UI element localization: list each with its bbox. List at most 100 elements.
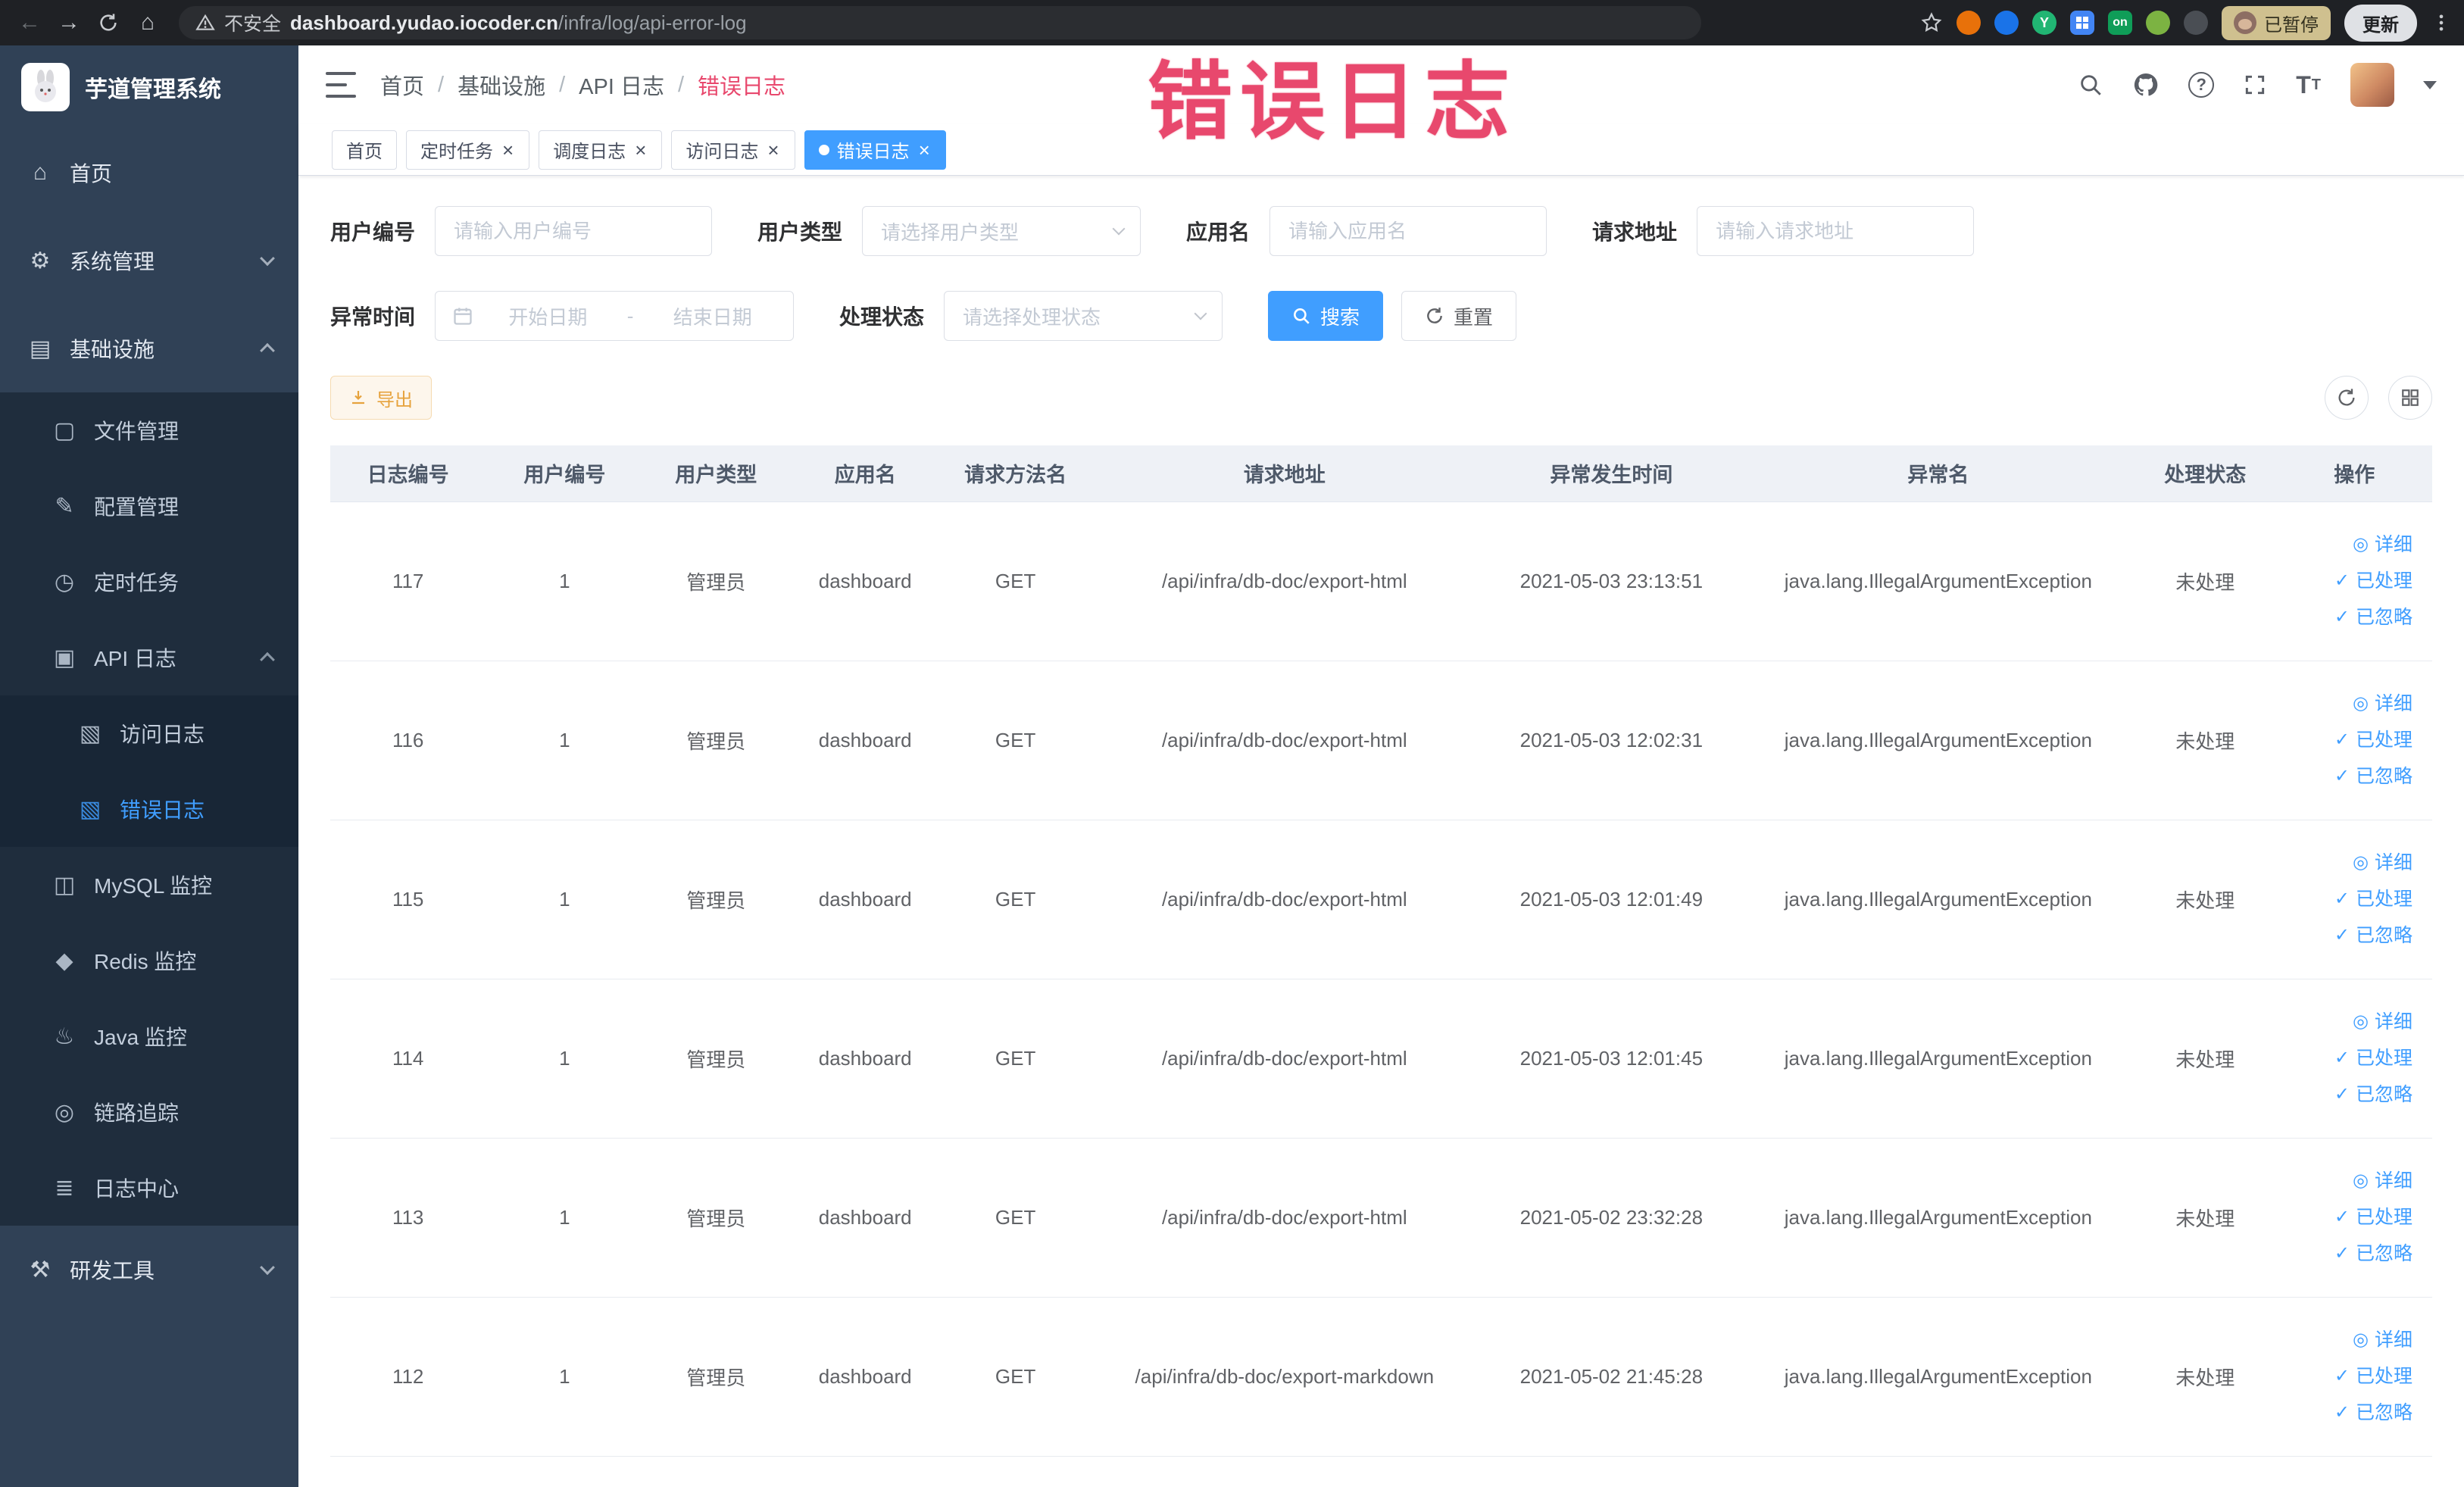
process-status-select[interactable]: 请选择处理状态 [944,291,1223,341]
help-icon[interactable]: ? [2188,72,2215,98]
ignored-link[interactable]: ✓ 已忽略 [2334,759,2412,794]
security-label: 不安全 [224,14,282,35]
grid-extension-icon[interactable] [2070,11,2094,35]
orange-extension-icon[interactable] [1957,11,1981,35]
processed-link[interactable]: ✓ 已处理 [2334,723,2412,758]
api-log-icon: ▣ [53,645,76,670]
detail-link[interactable]: ◎ 详细 [2353,845,2412,880]
close-icon[interactable]: × [917,140,932,160]
caret-down-icon[interactable] [2423,80,2437,89]
sidebar-item-label: 链路追踪 [94,1101,180,1125]
processed-link[interactable]: ✓ 已处理 [2334,1041,2412,1076]
sidebar-item[interactable]: ⚒ 研发工具 [0,1226,298,1314]
export-button[interactable]: 导出 [330,376,432,420]
sidebar-item[interactable]: ⌂ 首页 [0,129,298,217]
ignored-link[interactable]: ✓ 已忽略 [2334,1077,2412,1112]
ignored-link[interactable]: ✓ 已忽略 [2334,600,2412,635]
tab-active[interactable]: 错误日志 × [804,130,946,170]
app-title: 芋道管理系统 [85,77,221,102]
cell-log-id: 113 [330,1138,486,1298]
paused-badge[interactable]: 已暂停 [2222,5,2331,40]
reload-icon [100,14,117,31]
tab-item[interactable]: 定时任务 × [406,130,530,170]
app-name-input[interactable] [1269,206,1547,256]
y-extension-icon[interactable]: Y [2032,11,2056,35]
url-bar[interactable]: 不安全 dashboard.yudao.iocoder.cn/infra/log… [179,6,1701,39]
search-icon[interactable] [2078,72,2103,98]
bookmark-star-icon[interactable] [1920,11,1943,34]
tab-item[interactable]: 访问日志 × [671,130,795,170]
sidebar-item[interactable]: ✎ 配置管理 [0,468,298,544]
sidebar-item[interactable]: ▧ 错误日志 [0,771,298,847]
sidebar-item[interactable]: ◆ Redis 监控 [0,923,298,998]
processed-link[interactable]: ✓ 已处理 [2334,1359,2412,1394]
search-button[interactable]: 搜索 [1268,291,1384,341]
font-size-icon[interactable]: TT [2296,71,2322,99]
user-type-select[interactable]: 请选择用户类型 [862,206,1141,256]
user-id-input[interactable] [435,206,713,256]
request-url-input[interactable] [1697,206,1975,256]
reset-button[interactable]: 重置 [1401,291,1517,341]
fullscreen-icon[interactable] [2243,73,2267,97]
ignored-link[interactable]: ✓ 已忽略 [2334,918,2412,953]
sidebar-item[interactable]: ▢ 文件管理 [0,392,298,468]
close-icon[interactable]: × [766,140,780,160]
sidebar-item[interactable]: ◎ 链路追踪 [0,1074,298,1150]
avatar[interactable] [2350,63,2394,107]
refresh-button[interactable] [2325,376,2369,420]
logo-image [21,63,70,111]
ignored-link[interactable]: ✓ 已忽略 [2334,1395,2412,1430]
paw-extension-icon[interactable] [2184,11,2208,35]
close-icon[interactable]: × [501,140,515,160]
update-button[interactable]: 更新 [2344,4,2417,42]
ignored-link[interactable]: ✓ 已忽略 [2334,1236,2412,1271]
column-settings-button[interactable] [2388,376,2432,420]
github-icon[interactable] [2132,71,2160,98]
sidebar-item[interactable]: ♨ Java 监控 [0,998,298,1074]
logo[interactable]: 芋道管理系统 [0,45,298,129]
url-text: dashboard.yudao.iocoder.cn/infra/log/api… [290,11,747,35]
sidebar-item[interactable]: ▤ 基础设施 [0,305,298,392]
action-label: 已忽略 [2355,925,2412,946]
detail-link[interactable]: ◎ 详细 [2353,1323,2412,1357]
sidebar-item[interactable]: ⚙ 系统管理 [0,217,298,305]
back-button[interactable]: ← [12,5,47,40]
breadcrumb-item[interactable]: 首页 [380,69,424,101]
home-button[interactable]: ⌂ [130,5,165,40]
tab-item[interactable]: 调度日志 × [539,130,663,170]
config-icon: ✎ [55,493,74,519]
sidebar-item[interactable]: ≣ 日志中心 [0,1150,298,1226]
sidebar-item[interactable]: ▣ API 日志 [0,620,298,695]
detail-link[interactable]: ◎ 详细 [2353,527,2412,562]
collapse-sidebar-icon[interactable] [326,72,356,98]
close-icon[interactable]: × [633,140,648,160]
reload-button[interactable] [91,5,126,40]
drop-extension-icon[interactable] [1994,11,2019,35]
start-date-placeholder: 开始日期 [508,305,588,329]
check-icon: ✓ [2334,570,2350,591]
sidebar-item-label: 配置管理 [94,495,180,519]
kebab-menu-icon[interactable] [2431,12,2452,33]
breadcrumb-item[interactable]: API 日志 [579,69,664,101]
processed-link[interactable]: ✓ 已处理 [2334,1200,2412,1235]
cell-actions: ◎ 详细 ✓ 已处理 ✓ 已忽略 [2276,661,2432,820]
on-extension-icon[interactable]: on [2108,11,2132,35]
detail-link[interactable]: ◎ 详细 [2353,1004,2412,1039]
redis-icon: ◆ [55,948,73,973]
tab-item[interactable]: 首页 [332,130,397,170]
sidebar-item[interactable]: ◷ 定时任务 [0,544,298,620]
action-label: 已忽略 [2355,1243,2412,1264]
action-label: 已处理 [2355,1048,2412,1069]
detail-link[interactable]: ◎ 详细 [2353,686,2412,721]
sidebar-item[interactable]: ◫ MySQL 监控 [0,847,298,923]
sidebar-item[interactable]: ▧ 访问日志 [0,695,298,771]
leaf-extension-icon[interactable] [2146,11,2170,35]
exception-time-range-input[interactable]: 开始日期 - 结束日期 [435,291,795,341]
detail-link[interactable]: ◎ 详细 [2353,1164,2412,1198]
breadcrumb-item[interactable]: 基础设施 [458,69,545,101]
cell-user-type: 管理员 [643,1297,789,1457]
monkey-extension-icon [2234,11,2256,34]
processed-link[interactable]: ✓ 已处理 [2334,564,2412,598]
forward-button[interactable]: → [52,5,86,40]
processed-link[interactable]: ✓ 已处理 [2334,882,2412,917]
